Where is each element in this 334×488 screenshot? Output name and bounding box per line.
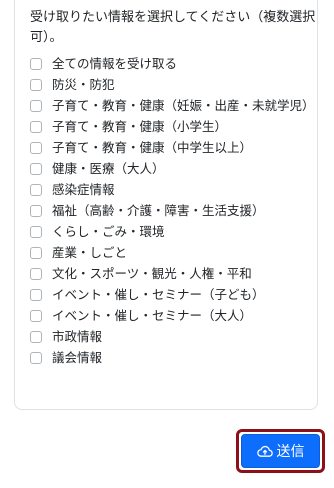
checkbox[interactable]: [30, 121, 42, 133]
option-city-administration[interactable]: 市政情報: [30, 328, 316, 346]
cloud-upload-icon: [256, 444, 273, 458]
option-label: 子育て・教育・健康（小学生）: [52, 119, 228, 134]
option-label: 市政情報: [52, 329, 103, 344]
checkbox[interactable]: [30, 310, 42, 322]
option-label: 感染症情報: [52, 182, 115, 197]
option-events-adults[interactable]: イベント・催し・セミナー（大人）: [30, 307, 316, 325]
checkbox[interactable]: [30, 352, 42, 364]
checkbox[interactable]: [30, 163, 42, 175]
option-industry-jobs[interactable]: 産業・しごと: [30, 244, 316, 262]
checkbox[interactable]: [30, 247, 42, 259]
submit-label: 送信: [276, 443, 305, 459]
option-council[interactable]: 議会情報: [30, 349, 316, 367]
option-childcare-juniorhigh[interactable]: 子育て・教育・健康（中学生以上）: [30, 139, 316, 157]
option-events-children[interactable]: イベント・催し・セミナー（子ども）: [30, 286, 316, 304]
option-label: 産業・しごと: [52, 245, 128, 260]
option-childcare-preschool[interactable]: 子育て・教育・健康（妊娠・出産・未就学児）: [30, 97, 316, 115]
option-label: 議会情報: [52, 350, 103, 365]
submit-button[interactable]: 送信: [241, 434, 320, 468]
form-instructions: 受け取りたい情報を選択してください（複数選択可）。: [30, 10, 316, 45]
option-label: 健康・医療（大人）: [52, 161, 165, 176]
checkbox[interactable]: [30, 289, 42, 301]
option-label: 文化・スポーツ・観光・人権・平和: [52, 266, 252, 281]
option-disaster-prevention[interactable]: 防災・防犯: [30, 76, 316, 94]
checkbox[interactable]: [30, 58, 42, 70]
option-label: 子育て・教育・健康（中学生以上）: [52, 140, 253, 155]
checkbox[interactable]: [30, 79, 42, 91]
option-infectious-disease[interactable]: 感染症情報: [30, 181, 316, 199]
option-living-environment[interactable]: くらし・ごみ・環境: [30, 223, 316, 241]
checkbox[interactable]: [30, 205, 42, 217]
option-label: くらし・ごみ・環境: [52, 224, 165, 239]
submit-focus-ring: 送信: [236, 429, 325, 473]
option-welfare[interactable]: 福祉（高齢・介護・障害・生活支援）: [30, 202, 316, 220]
option-label: 全ての情報を受け取る: [52, 56, 178, 71]
checkbox[interactable]: [30, 100, 42, 112]
option-label: イベント・催し・セミナー（大人）: [52, 308, 253, 323]
option-all[interactable]: 全ての情報を受け取る: [30, 55, 316, 73]
option-culture-sports[interactable]: 文化・スポーツ・観光・人権・平和: [30, 265, 316, 283]
options-list: 全ての情報を受け取る 防災・防犯 子育て・教育・健康（妊娠・出産・未就学児） 子…: [30, 55, 316, 370]
checkbox[interactable]: [30, 184, 42, 196]
checkbox[interactable]: [30, 226, 42, 238]
checkbox[interactable]: [30, 331, 42, 343]
option-label: 子育て・教育・健康（妊娠・出産・未就学児）: [52, 98, 315, 113]
checkbox[interactable]: [30, 142, 42, 154]
option-health-adults[interactable]: 健康・医療（大人）: [30, 160, 316, 178]
option-label: 防災・防犯: [52, 77, 115, 92]
option-label: 福祉（高齢・介護・障害・生活支援）: [52, 203, 265, 218]
option-label: イベント・催し・セミナー（子ども）: [52, 287, 265, 302]
checkbox[interactable]: [30, 268, 42, 280]
option-childcare-elementary[interactable]: 子育て・教育・健康（小学生）: [30, 118, 316, 136]
